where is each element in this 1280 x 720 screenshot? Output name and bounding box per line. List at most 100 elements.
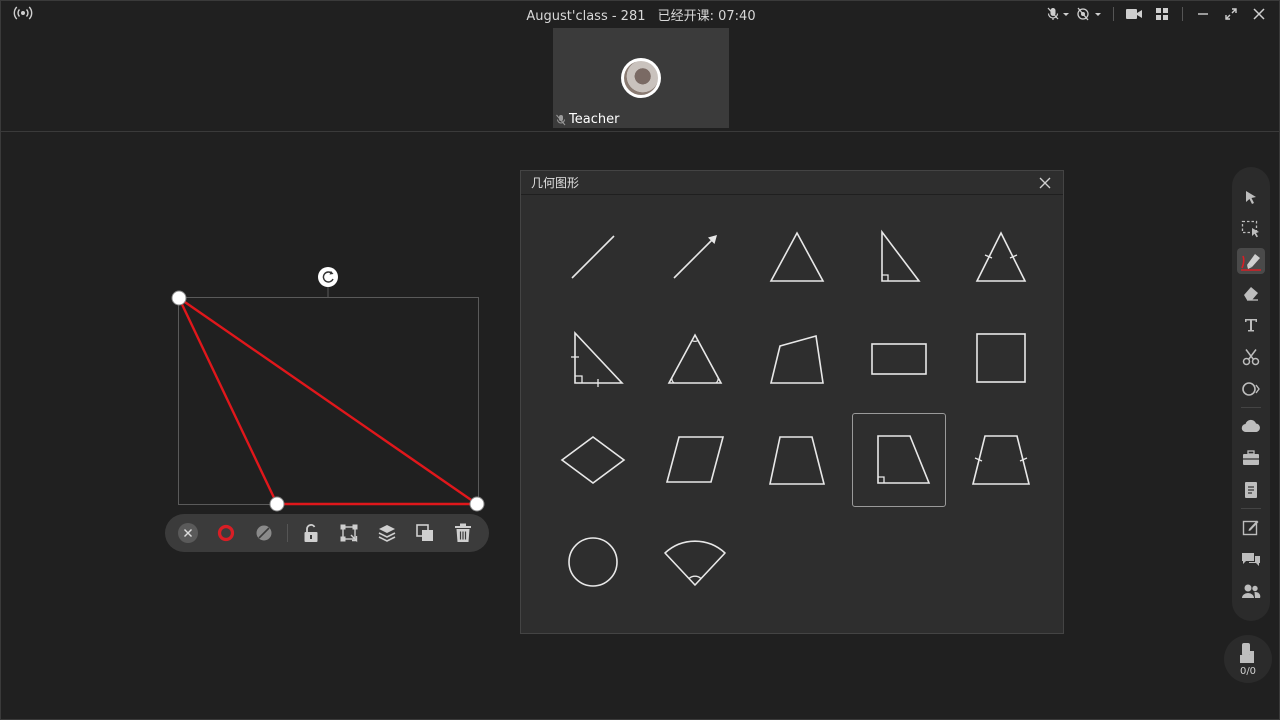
shape-tool-button[interactable] xyxy=(1237,248,1265,274)
delete-button[interactable] xyxy=(444,514,482,552)
right-trapezoid-icon xyxy=(877,435,931,484)
shape-rectangle[interactable] xyxy=(852,311,946,405)
shape-circle[interactable] xyxy=(546,515,640,609)
layout-button[interactable] xyxy=(1148,4,1176,24)
tool-sidebar xyxy=(1232,167,1270,621)
vertex-handle xyxy=(469,496,485,512)
mic-muted-icon xyxy=(556,114,566,125)
panel-close-button[interactable] xyxy=(1037,175,1053,191)
unlock-icon xyxy=(304,524,318,542)
panel-title: 几何图形 xyxy=(531,176,580,190)
shape-arrow[interactable] xyxy=(648,209,742,303)
edit-icon xyxy=(1242,520,1259,536)
fullscreen-button[interactable] xyxy=(1217,4,1245,24)
scissors-icon xyxy=(1242,349,1260,366)
raise-hand-icon xyxy=(1240,643,1254,663)
hands-count: 0/0 xyxy=(1239,666,1257,677)
shape-isosceles-trapezoid[interactable] xyxy=(954,413,1048,507)
geometry-shapes-panel: 几何图形 xyxy=(520,170,1064,634)
shapes-tool-button[interactable] xyxy=(1237,376,1265,402)
layer-button[interactable] xyxy=(368,514,406,552)
shape-square[interactable] xyxy=(954,311,1048,405)
teacher-video-tile[interactable]: Teacher xyxy=(553,28,729,128)
selection-box xyxy=(178,297,479,505)
shape-isosceles-triangle[interactable] xyxy=(954,209,1048,303)
fullscreen-icon xyxy=(1225,8,1237,20)
camera-button[interactable] xyxy=(1120,4,1148,24)
shape-trapezoid[interactable] xyxy=(750,413,844,507)
separator xyxy=(1113,7,1114,21)
speaker-toggle-button[interactable] xyxy=(1073,4,1107,24)
separator xyxy=(287,524,288,542)
scissors-tool-button[interactable] xyxy=(1237,344,1265,370)
circle-shape-icon xyxy=(1242,382,1260,396)
line-icon xyxy=(571,235,615,279)
avatar xyxy=(621,58,661,98)
edit-button[interactable] xyxy=(1237,514,1265,540)
transform-button[interactable] xyxy=(330,514,368,552)
vertex-handle xyxy=(171,290,187,306)
chat-icon xyxy=(1242,553,1260,566)
lock-button[interactable] xyxy=(292,514,330,552)
shape-parallelogram[interactable] xyxy=(648,413,742,507)
close-icon xyxy=(1039,177,1051,188)
select-tool-button[interactable] xyxy=(1237,184,1265,210)
shape-sector[interactable] xyxy=(648,515,742,609)
shape-right-trapezoid[interactable] xyxy=(852,413,946,507)
shape-isosceles-right-triangle[interactable] xyxy=(546,311,640,405)
members-button[interactable] xyxy=(1237,578,1265,604)
shape-line[interactable] xyxy=(546,209,640,303)
isosceles-right-triangle-icon xyxy=(571,330,624,387)
shape-right-triangle[interactable] xyxy=(852,209,946,303)
users-icon xyxy=(1242,584,1261,598)
sector-icon xyxy=(664,540,726,586)
layers-icon xyxy=(378,525,396,542)
minimize-icon xyxy=(1198,13,1208,15)
triangle-shape xyxy=(177,296,479,506)
text-icon xyxy=(1245,319,1257,332)
fill-color-button[interactable] xyxy=(245,514,283,552)
panel-header: 几何图形 xyxy=(521,171,1063,195)
deselect-button[interactable] xyxy=(175,514,201,552)
mic-toggle-button[interactable] xyxy=(1045,4,1073,24)
square-icon xyxy=(976,333,1026,383)
eraser-icon xyxy=(1244,287,1258,301)
raise-hand-button[interactable]: 0/0 xyxy=(1224,635,1272,683)
separator xyxy=(1241,508,1261,509)
circle-icon xyxy=(568,537,618,587)
no-fill-icon xyxy=(256,525,272,541)
shape-triangle[interactable] xyxy=(750,209,844,303)
object-toolbar xyxy=(165,514,489,552)
arrow-icon xyxy=(673,235,717,279)
stroke-color-button[interactable] xyxy=(207,514,245,552)
shape-pen-icon xyxy=(1241,254,1261,271)
rectangle-icon xyxy=(871,343,927,375)
text-tool-button[interactable] xyxy=(1237,312,1265,338)
isosceles-trapezoid-icon xyxy=(971,435,1031,485)
courseware-button[interactable] xyxy=(1237,477,1265,503)
transform-icon xyxy=(340,524,358,543)
quadrilateral-icon xyxy=(769,334,824,384)
cursor-icon xyxy=(1246,191,1256,204)
cloud-disk-button[interactable] xyxy=(1237,413,1265,439)
copy-icon xyxy=(416,524,433,541)
rhombus-icon xyxy=(560,436,626,484)
shape-quadrilateral[interactable] xyxy=(750,311,844,405)
document-icon xyxy=(1245,482,1257,498)
shape-rhombus[interactable] xyxy=(546,413,640,507)
close-window-button[interactable] xyxy=(1245,4,1273,24)
class-timer: 已经开课: 07:40 xyxy=(657,9,756,24)
isosceles-triangle-icon xyxy=(975,231,1027,282)
shape-equilateral-triangle[interactable] xyxy=(648,311,742,405)
mic-off-icon xyxy=(1047,7,1069,20)
parallelogram-icon xyxy=(665,436,725,483)
marquee-select-button[interactable] xyxy=(1237,216,1265,242)
chat-button[interactable] xyxy=(1237,546,1265,572)
close-icon xyxy=(1253,8,1265,20)
duplicate-button[interactable] xyxy=(406,514,444,552)
minimize-button[interactable] xyxy=(1189,4,1217,24)
toolbox-button[interactable] xyxy=(1237,445,1265,471)
camera-icon xyxy=(1126,9,1142,19)
window-controls xyxy=(1045,4,1273,24)
eraser-tool-button[interactable] xyxy=(1237,280,1265,306)
